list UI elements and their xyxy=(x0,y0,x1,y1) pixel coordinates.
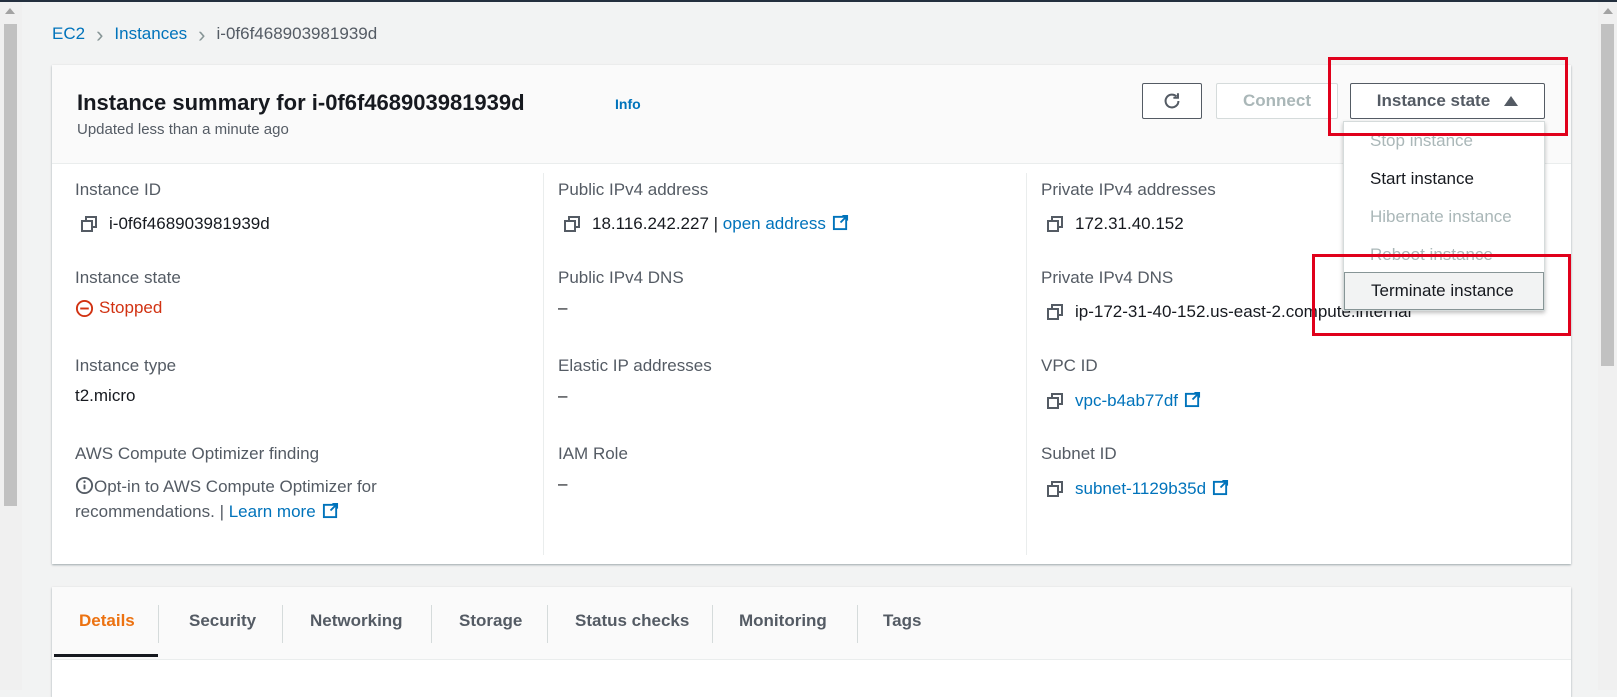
instance-id-value: i-0f6f468903981939d xyxy=(81,214,270,234)
open-address-link[interactable]: open address xyxy=(723,214,849,234)
menu-item-reboot-instance[interactable]: Reboot instance xyxy=(1344,236,1544,274)
optimizer-line1: Opt-in to AWS Compute Optimizer for xyxy=(94,477,377,496)
tab-divider xyxy=(547,605,548,643)
info-link[interactable]: Info xyxy=(615,96,641,112)
tab-security[interactable]: Security xyxy=(189,611,256,631)
iam-role-label: IAM Role xyxy=(558,444,628,463)
optimizer-text: Opt-in to AWS Compute Optimizer for reco… xyxy=(75,474,475,524)
tab-divider xyxy=(282,605,283,643)
external-link-icon xyxy=(1184,391,1201,408)
vpc-id-value: vpc-b4ab77df xyxy=(1047,391,1201,411)
breadcrumb: EC2 › Instances › i-0f6f468903981939d xyxy=(52,21,378,47)
caret-up-icon xyxy=(1504,96,1519,106)
copy-icon[interactable] xyxy=(81,216,97,232)
column-divider xyxy=(1026,173,1027,555)
refresh-button[interactable] xyxy=(1142,83,1202,119)
subnet-id-text: subnet-1129b35d xyxy=(1075,479,1207,498)
subnet-id-value: subnet-1129b35d xyxy=(1047,479,1229,499)
tab-storage[interactable]: Storage xyxy=(459,611,522,631)
breadcrumb-ec2[interactable]: EC2 xyxy=(52,24,85,44)
learn-more-text: Learn more xyxy=(228,502,316,521)
open-address-text: open address xyxy=(722,214,826,233)
tab-details[interactable]: Details xyxy=(79,611,135,631)
active-tab-indicator xyxy=(54,654,158,657)
breadcrumb-current: i-0f6f468903981939d xyxy=(216,24,378,43)
instance-state-button[interactable]: Instance state xyxy=(1350,83,1545,119)
scroll-up-arrow-icon[interactable] xyxy=(5,8,15,14)
details-tabs-panel: Details Security Networking Storage Stat… xyxy=(52,587,1571,697)
private-ipv4-label: Private IPv4 addresses xyxy=(1041,180,1216,199)
external-link-icon xyxy=(1213,479,1229,496)
copy-icon[interactable] xyxy=(1047,304,1063,320)
tab-divider xyxy=(431,605,432,643)
scrollbar-thumb[interactable] xyxy=(1601,24,1614,366)
subnet-id-link[interactable]: subnet-1129b35d xyxy=(1075,479,1229,499)
public-ipv4-value: 18.116.242.227 | open address xyxy=(564,214,849,234)
tab-divider xyxy=(857,605,858,643)
top-border xyxy=(0,0,1617,2)
instance-type-label: Instance type xyxy=(75,356,177,375)
menu-item-stop-instance[interactable]: Stop instance xyxy=(1344,122,1544,160)
tab-monitoring[interactable]: Monitoring xyxy=(739,611,827,631)
copy-icon[interactable] xyxy=(1047,481,1063,497)
scrollbar-thumb[interactable] xyxy=(4,24,17,506)
vpc-id-text: vpc-b4ab77df xyxy=(1075,391,1179,410)
copy-icon[interactable] xyxy=(1047,393,1063,409)
copy-icon[interactable] xyxy=(1047,216,1063,232)
optimizer-line2: recommendations. | xyxy=(75,502,224,521)
elastic-ip-label: Elastic IP addresses xyxy=(558,356,712,375)
instance-state-menu: Stop instance Start instance Hibernate i… xyxy=(1343,121,1545,311)
iam-role-value: – xyxy=(558,474,568,493)
instance-state-field-label: Instance state xyxy=(75,268,181,287)
page-title: Instance summary for i-0f6f468903981939d xyxy=(77,90,525,115)
instance-type-value: t2.micro xyxy=(75,386,136,405)
chevron-right-icon: › xyxy=(96,21,104,47)
tab-bar: Details Security Networking Storage Stat… xyxy=(52,587,1571,660)
tab-divider xyxy=(712,605,713,643)
external-link-icon xyxy=(322,502,338,519)
vpc-id-label: VPC ID xyxy=(1041,356,1098,375)
public-dns-label: Public IPv4 DNS xyxy=(558,268,684,287)
connect-button[interactable]: Connect xyxy=(1216,83,1338,119)
status-badge: Stopped xyxy=(75,298,162,318)
learn-more-link[interactable]: Learn more xyxy=(229,502,339,521)
chevron-right-icon: › xyxy=(198,21,206,47)
instance-id-text: i-0f6f468903981939d xyxy=(109,214,270,233)
right-scrollbar[interactable] xyxy=(1598,2,1617,690)
public-dns-value: – xyxy=(558,298,568,317)
tab-networking[interactable]: Networking xyxy=(310,611,403,631)
info-icon xyxy=(75,476,94,495)
private-dns-label: Private IPv4 DNS xyxy=(1041,268,1174,287)
optimizer-label: AWS Compute Optimizer finding xyxy=(75,444,320,463)
public-ipv4-label: Public IPv4 address xyxy=(558,180,709,199)
instance-state-text: Stopped xyxy=(99,298,163,317)
column-divider xyxy=(543,173,544,555)
tab-divider xyxy=(158,605,159,643)
breadcrumb-instances[interactable]: Instances xyxy=(114,24,187,44)
private-ipv4-value: 172.31.40.152 xyxy=(1047,214,1184,234)
external-link-icon xyxy=(832,214,848,231)
instance-state-label: Instance state xyxy=(1376,91,1491,110)
stopped-icon xyxy=(75,299,94,317)
subnet-id-label: Subnet ID xyxy=(1041,444,1117,463)
private-ipv4-text: 172.31.40.152 xyxy=(1075,214,1184,233)
left-scrollbar[interactable] xyxy=(0,2,22,690)
instance-id-label: Instance ID xyxy=(75,180,161,199)
refresh-icon xyxy=(1164,93,1180,109)
tab-tags[interactable]: Tags xyxy=(883,611,921,631)
menu-item-terminate-instance[interactable]: Terminate instance xyxy=(1344,272,1544,310)
copy-icon[interactable] xyxy=(564,216,580,232)
vpc-id-link[interactable]: vpc-b4ab77df xyxy=(1075,391,1201,411)
public-ipv4-text: 18.116.242.227 | xyxy=(592,214,719,233)
scroll-up-arrow-icon[interactable] xyxy=(1603,8,1613,14)
updated-subtitle: Updated less than a minute ago xyxy=(77,121,289,138)
menu-item-start-instance[interactable]: Start instance xyxy=(1344,160,1544,198)
tab-status-checks[interactable]: Status checks xyxy=(575,611,689,631)
menu-item-hibernate-instance[interactable]: Hibernate instance xyxy=(1344,198,1544,236)
elastic-ip-value: – xyxy=(558,386,568,405)
